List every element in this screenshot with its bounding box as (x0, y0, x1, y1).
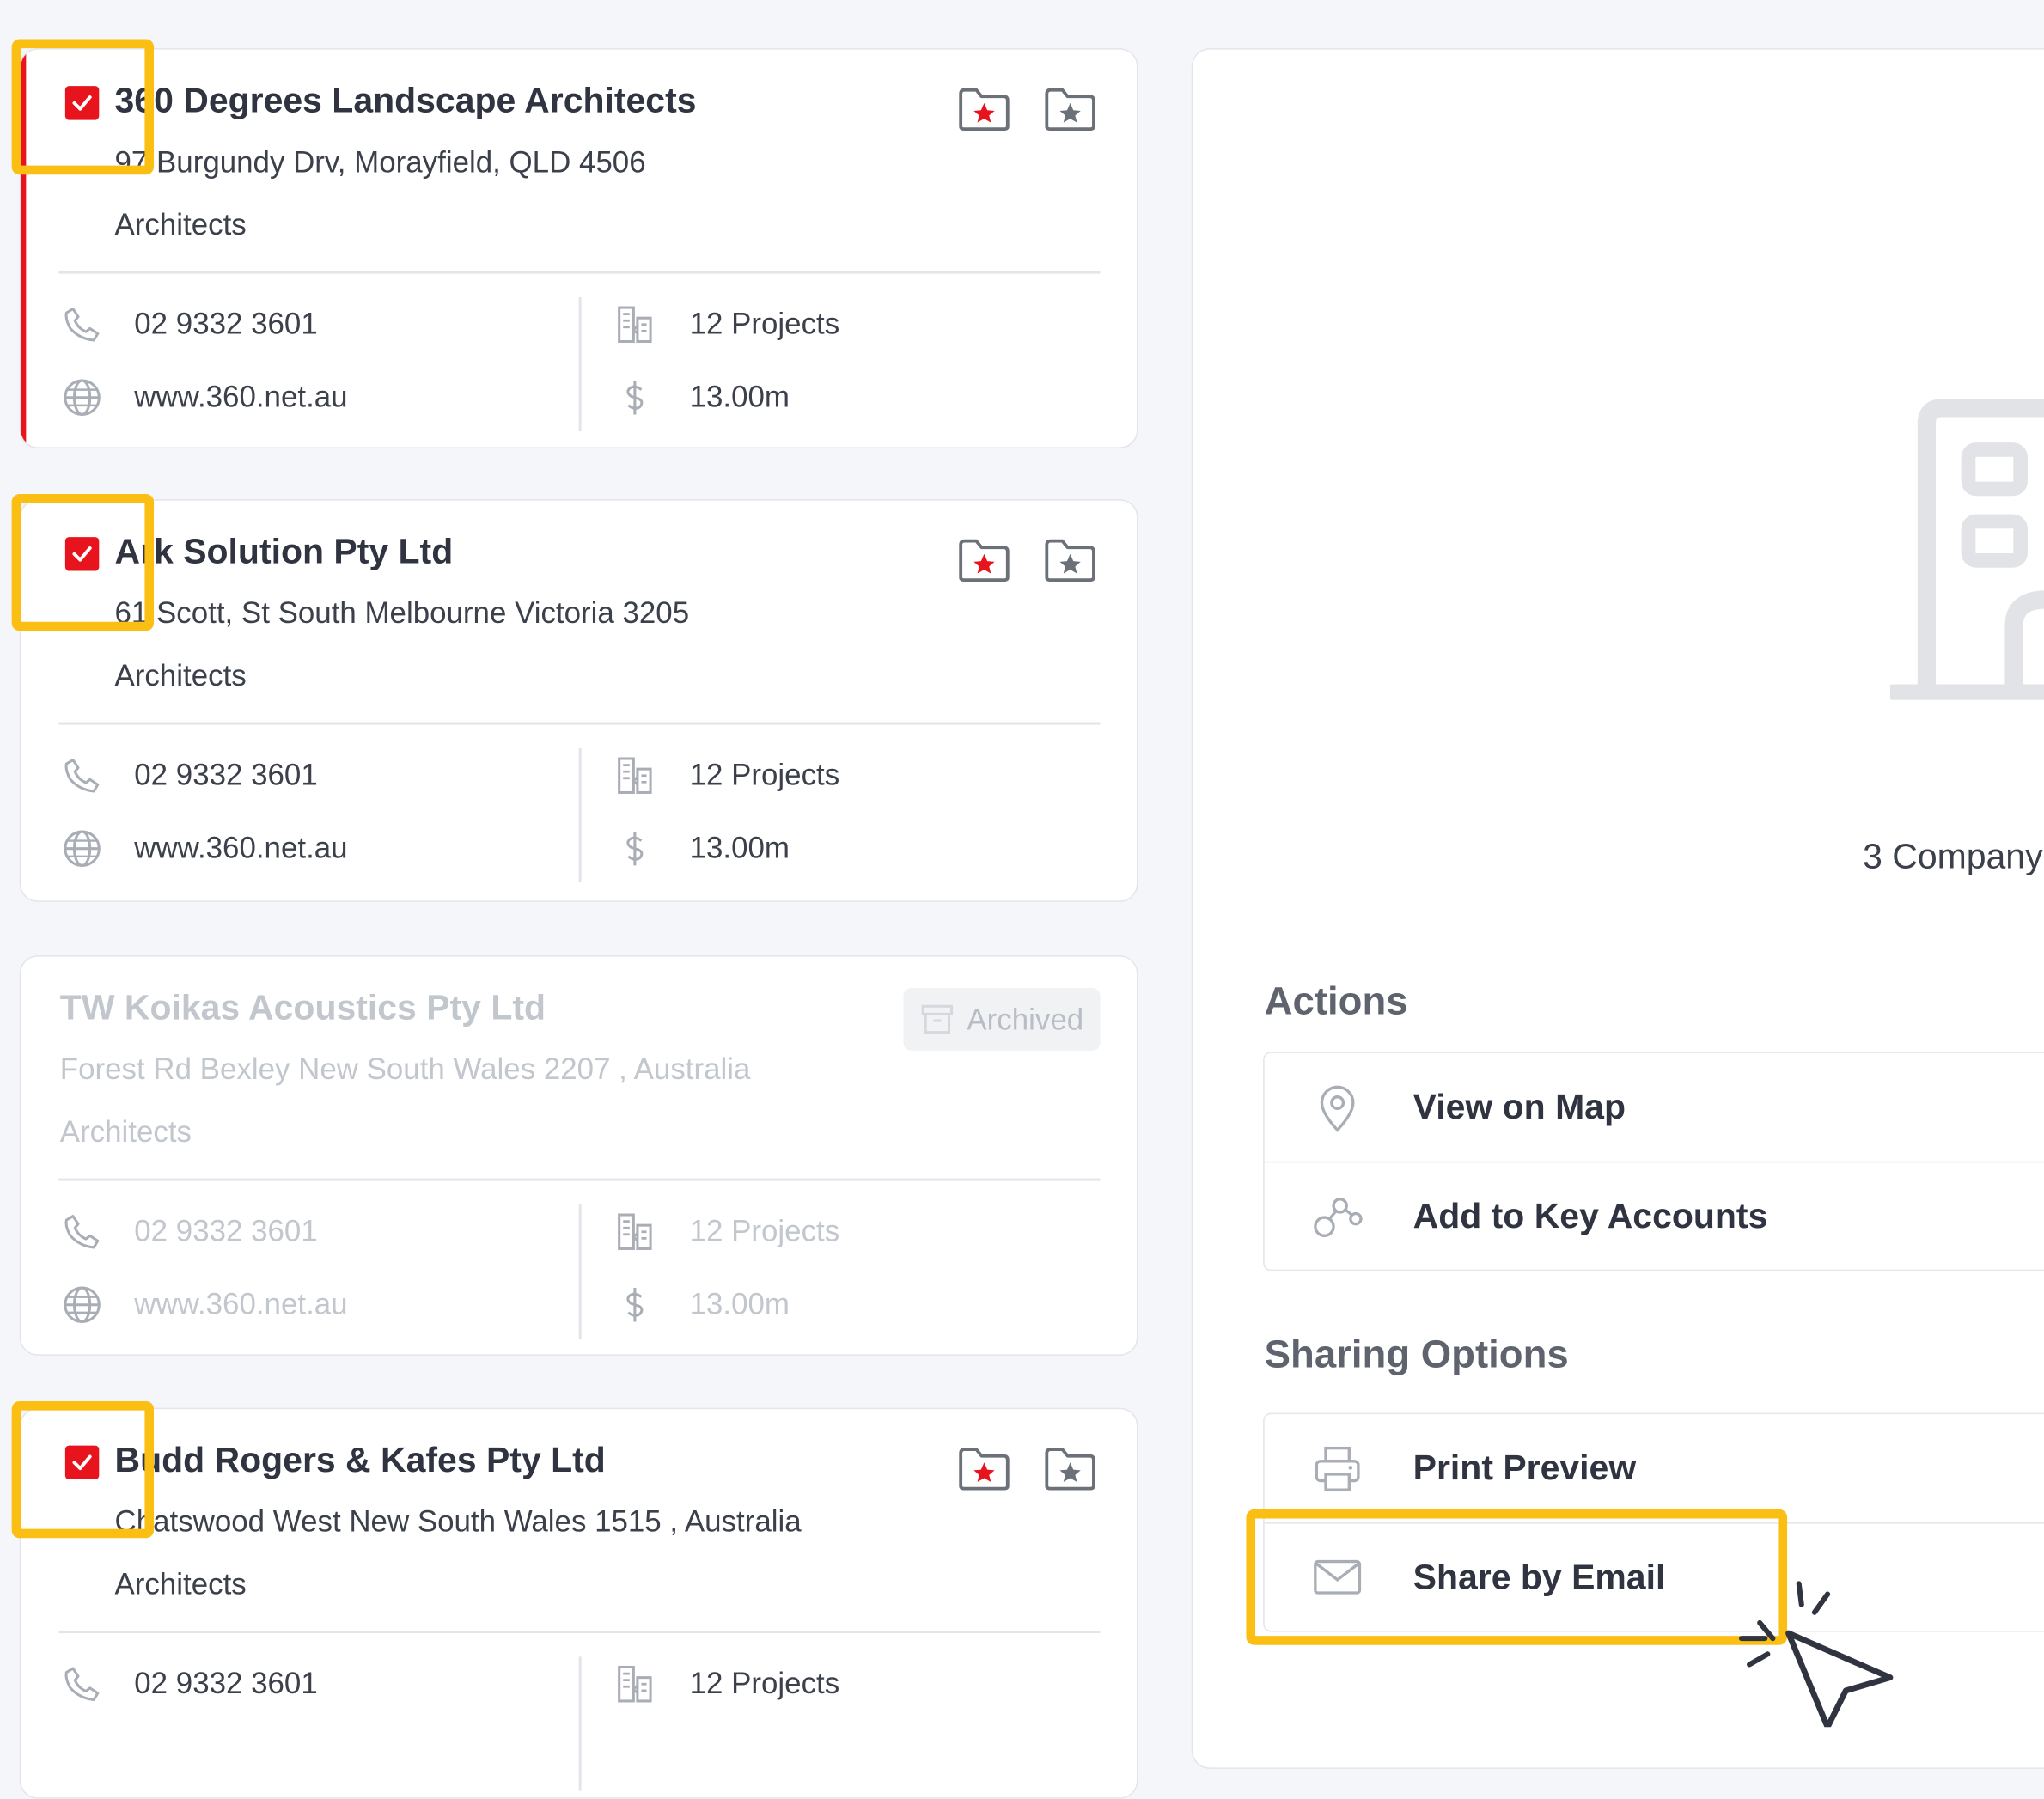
company-phone[interactable]: 02 9332 3601 (134, 1666, 317, 1701)
company-website[interactable]: www.360.net.au (134, 380, 347, 415)
dollar-icon (614, 376, 656, 418)
archived-badge: Archived (903, 988, 1101, 1051)
archived-label: Archived (967, 1001, 1084, 1036)
print-preview-button[interactable]: Print Preview (1264, 1414, 2044, 1524)
envelope-icon (1314, 1559, 1362, 1595)
globe-icon (61, 827, 103, 869)
company-name[interactable]: 360 Degrees Landscape Architects (115, 81, 697, 121)
select-checkbox[interactable] (64, 86, 100, 120)
divider (58, 722, 1101, 725)
company-value: 13.00m (689, 1286, 790, 1320)
key-account-folder-icon[interactable] (1044, 1446, 1096, 1493)
company-value: 13.00m (689, 830, 790, 864)
divider (58, 1178, 1101, 1181)
click-cursor-icon (1738, 1581, 1894, 1728)
phone-icon (61, 1211, 103, 1253)
favourite-folder-icon[interactable] (958, 537, 1010, 584)
favourite-folder-icon[interactable] (958, 1446, 1010, 1493)
view-on-map-button[interactable]: View on Map (1264, 1053, 2044, 1163)
divider (58, 271, 1101, 274)
company-website[interactable]: www.360.net.au (134, 1286, 347, 1321)
select-checkbox[interactable] (64, 537, 100, 571)
company-card[interactable]: 360 Degrees Landscape Architects 97 Burg… (19, 48, 1138, 448)
projects-icon (614, 754, 656, 796)
company-value: 13.00m (689, 379, 790, 413)
company-category: Architects (114, 207, 247, 241)
projects-icon (614, 1663, 656, 1705)
divider (578, 296, 582, 432)
divider (58, 1631, 1101, 1634)
globe-icon (61, 376, 103, 418)
checkmark-icon (69, 90, 95, 116)
checkmark-icon (69, 541, 95, 567)
company-projects: 12 Projects (689, 757, 840, 791)
phone-icon (61, 304, 103, 346)
sharing-options-title: Sharing Options (1264, 1333, 1569, 1377)
company-card[interactable]: Ark Solution Pty Ltd 61 Scott, St South … (19, 499, 1138, 902)
phone-icon (61, 754, 103, 796)
actions-list: View on Map Add to Key Accounts (1263, 1052, 2044, 1271)
company-name[interactable]: TW Koikas Acoustics Pty Ltd (60, 988, 546, 1028)
key-account-folder-icon[interactable] (1044, 86, 1096, 133)
globe-icon (61, 1284, 103, 1326)
checkmark-icon (69, 1449, 95, 1475)
company-phone[interactable]: 02 9332 3601 (134, 307, 317, 342)
share-by-email-button[interactable]: Share by Email (1265, 1524, 2044, 1631)
dollar-icon (614, 827, 656, 869)
company-name[interactable]: Ark Solution Pty Ltd (115, 532, 454, 572)
company-address: 61 Scott, St South Melbourne Victoria 32… (114, 595, 690, 630)
company-projects: 12 Projects (689, 1665, 840, 1700)
archive-box-icon (921, 1004, 953, 1034)
selected-count: 3 Company (1863, 837, 2043, 876)
phone-icon (61, 1663, 103, 1705)
company-name[interactable]: Budd Rogers & Kafes Pty Ltd (115, 1441, 606, 1481)
dollar-icon (614, 1284, 656, 1326)
company-category: Architects (114, 658, 247, 692)
company-card-archived[interactable]: TW Koikas Acoustics Pty Ltd Forest Rd Be… (19, 955, 1138, 1356)
divider (578, 1204, 582, 1339)
building-illustration-icon (1889, 399, 2044, 700)
key-account-folder-icon[interactable] (1044, 537, 1096, 584)
projects-icon (614, 304, 656, 346)
company-phone[interactable]: 02 9332 3601 (134, 757, 317, 792)
action-label: Print Preview (1412, 1448, 1637, 1488)
projects-icon (614, 1211, 656, 1253)
company-address: 97 Burgundy Drv, Morayfield, QLD 4506 (114, 144, 646, 179)
company-projects: 12 Projects (689, 306, 840, 340)
company-card[interactable]: Budd Rogers & Kafes Pty Ltd Chatswood We… (19, 1407, 1138, 1799)
map-pin-icon (1320, 1084, 1355, 1132)
action-label: Share by Email (1412, 1557, 1666, 1596)
add-to-key-accounts-button[interactable]: Add to Key Accounts (1265, 1162, 2044, 1269)
divider (578, 747, 582, 883)
company-phone[interactable]: 02 9332 3601 (134, 1214, 317, 1249)
action-label: Add to Key Accounts (1412, 1196, 1768, 1235)
divider (578, 1656, 582, 1791)
company-projects: 12 Projects (689, 1213, 840, 1247)
company-category: Architects (59, 1114, 192, 1149)
company-category: Architects (114, 1566, 247, 1601)
sharing-options-list: Print Preview Share by Email (1263, 1412, 2044, 1632)
action-label: View on Map (1412, 1087, 1626, 1126)
company-website[interactable]: www.360.net.au (134, 830, 347, 865)
company-address: Forest Rd Bexley New South Wales 2207 , … (59, 1052, 751, 1086)
favourite-folder-icon[interactable] (958, 86, 1010, 133)
actions-title: Actions (1264, 979, 1408, 1024)
printer-icon (1315, 1446, 1360, 1491)
key-accounts-icon (1314, 1198, 1363, 1237)
select-checkbox[interactable] (64, 1445, 100, 1480)
company-address: Chatswood West New South Wales 1515 , Au… (114, 1503, 802, 1539)
